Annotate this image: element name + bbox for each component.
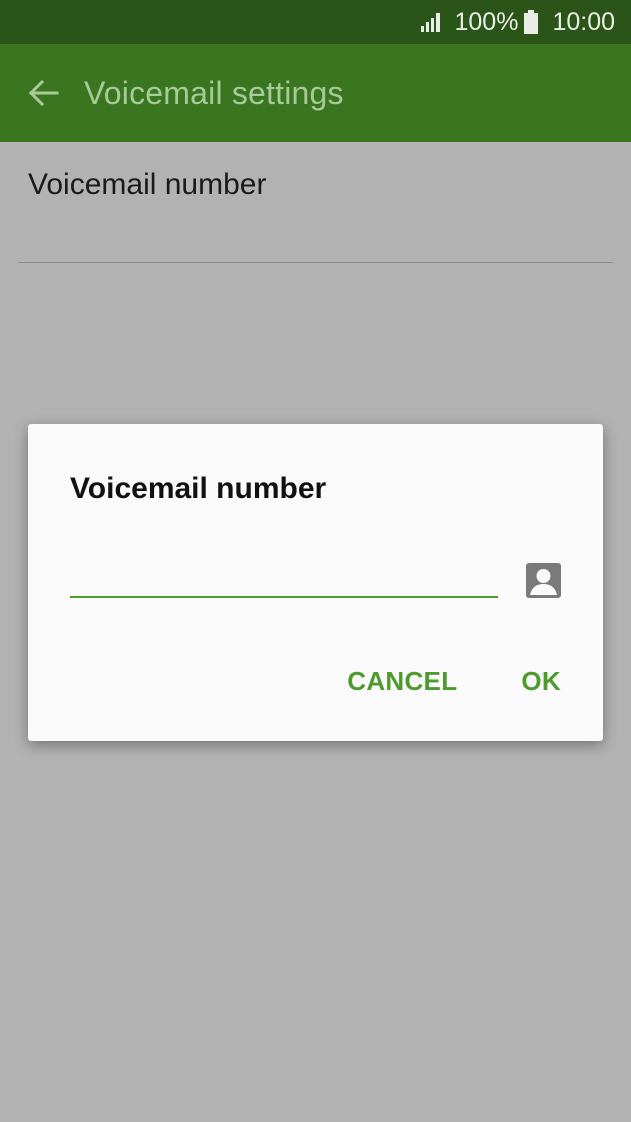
divider [18, 262, 613, 263]
battery-icon [524, 10, 539, 34]
clock: 10:00 [552, 7, 615, 36]
cancel-button[interactable]: CANCEL [347, 666, 457, 697]
back-arrow-icon [28, 79, 59, 107]
voicemail-number-input[interactable] [70, 560, 498, 598]
voicemail-number-dialog: Voicemail number CANCEL OK [28, 424, 603, 741]
dialog-title: Voicemail number [70, 472, 327, 505]
dialog-actions: CANCEL OK [347, 666, 561, 697]
app-bar: Voicemail settings [0, 44, 631, 142]
screen: 100% 10:00 Voicemail settings Voicemail … [0, 0, 631, 1122]
status-bar: 100% 10:00 [0, 0, 631, 44]
page-title: Voicemail settings [84, 74, 344, 111]
contact-picker-button[interactable] [525, 562, 562, 599]
settings-list: Voicemail number [0, 142, 631, 263]
list-item-label: Voicemail number [28, 168, 267, 201]
signal-icon [421, 13, 441, 32]
voicemail-number-setting[interactable]: Voicemail number [0, 142, 631, 262]
back-button[interactable] [26, 76, 60, 110]
contact-icon [526, 563, 561, 598]
ok-button[interactable]: OK [521, 666, 561, 697]
battery-percent: 100% [454, 7, 519, 36]
